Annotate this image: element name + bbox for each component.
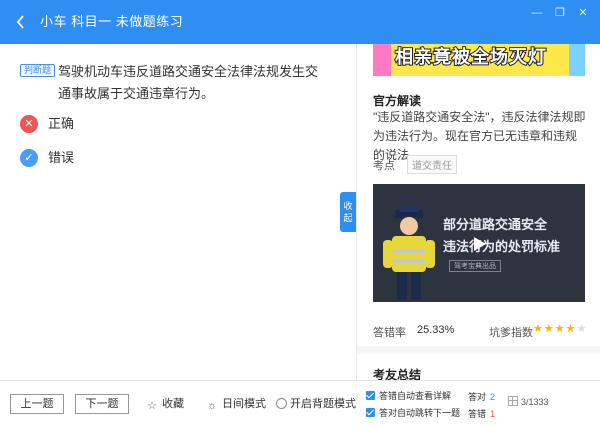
section-divider (357, 346, 600, 354)
question-progress[interactable]: 3/1333 (508, 396, 549, 407)
star-icon: ★ (565, 323, 577, 335)
star-icon: ☆ (147, 400, 157, 412)
grid-icon (508, 396, 518, 406)
question-type-badge: 判断题 (20, 64, 56, 77)
video-player[interactable]: 部分道路交通安全 违法行为的处罚标准 驾考宝典出品 (373, 184, 585, 302)
radio-icon (276, 398, 287, 409)
auto-next-label: 答对自动跳转下一题 (379, 408, 461, 418)
correct-label: 答对 (468, 392, 487, 402)
memorize-mode-toggle[interactable]: 开启背题模式 (276, 397, 356, 411)
difficulty-label: 坑爹指数 (489, 327, 533, 339)
auto-detail-label: 答错自动查看详解 (379, 391, 452, 401)
star-icon: ★ (554, 323, 566, 335)
memorize-mode-label: 开启背题模式 (290, 398, 356, 410)
close-icon: ✕ (20, 115, 38, 133)
star-icon: ★ (543, 323, 555, 335)
check-icon: ✓ (20, 149, 38, 167)
checkbox-checked-icon (366, 391, 375, 400)
auto-detail-checkbox[interactable]: 答错自动查看详解 (366, 390, 451, 402)
option-false[interactable]: ✓ 错误 (20, 148, 220, 168)
correct-number: 2 (490, 392, 496, 402)
next-question-button[interactable]: 下一题 (75, 394, 129, 414)
back-chevron-left-icon[interactable] (14, 13, 28, 31)
error-rate-label: 答错率 (373, 327, 406, 339)
auto-next-checkbox[interactable]: 答对自动跳转下一题 (366, 407, 460, 419)
question-text: 驾驶机动车违反道路交通安全法律法规发生交通事故属于交通违章行为。 (58, 64, 319, 101)
knowledge-point-tag[interactable]: 道交责任 (407, 155, 457, 174)
difficulty-stars: ★★★★★ (533, 322, 587, 335)
knowledge-point-label: 考点 (373, 160, 395, 172)
explanation-text: "违反道路交通安全法"，违反法律法规即为违法行为。现在官方已无违章和违规的说法。 (373, 110, 586, 162)
window-title: 小车 科目一 未做题练习 (40, 14, 184, 29)
wrong-count: 答错 1 (468, 407, 495, 420)
explanation-panel: 相亲竟被全场灭灯 官方解读 "违反道路交通安全法"，违反法律法规即为违法行为。现… (356, 44, 600, 380)
wrong-number: 1 (490, 409, 496, 419)
minimize-icon[interactable]: — (530, 6, 544, 20)
banner-decoration (569, 44, 585, 76)
option-true[interactable]: ✕ 正确 (20, 114, 220, 134)
star-icon: ★ (533, 323, 544, 335)
option-label: 错误 (48, 150, 75, 165)
explanation-title: 官方解读 (373, 94, 422, 108)
title-bar: 小车 科目一 未做题练习 — ❐ ✕ (0, 0, 600, 44)
prev-question-button[interactable]: 上一题 (10, 394, 64, 414)
banner-decoration (373, 44, 391, 76)
progress-text: 3/1333 (521, 397, 549, 407)
day-mode-label: 日间模式 (222, 398, 266, 410)
maximize-icon[interactable]: ❐ (553, 6, 567, 20)
wrong-label: 答错 (468, 409, 487, 419)
user-summary-title: 考友总结 (373, 368, 422, 380)
sun-icon: ☼ (206, 400, 218, 412)
play-icon[interactable] (469, 234, 489, 254)
favorite-button[interactable]: ☆ 收藏 (146, 397, 184, 412)
close-icon[interactable]: ✕ (576, 6, 590, 20)
video-title-line1: 部分道路交通安全 (443, 217, 548, 232)
ad-banner[interactable]: 相亲竟被全场灭灯 (373, 44, 585, 76)
banner-text: 相亲竟被全场灭灯 (394, 46, 547, 68)
option-label: 正确 (48, 116, 75, 131)
question-panel: 判断题 驾驶机动车违反道路交通安全法律法规发生交通事故属于交通违章行为。 ✕ 正… (0, 44, 340, 380)
correct-count: 答对 2 (468, 390, 495, 403)
favorite-label: 收藏 (162, 398, 184, 410)
day-mode-button[interactable]: ☼ 日间模式 (206, 397, 266, 412)
star-icon: ★ (576, 323, 588, 335)
video-title-line2: 违法行为的处罚标准 (443, 239, 561, 254)
collapse-panel-tab[interactable]: 收起 (340, 192, 356, 232)
video-source: 驾考宝典出品 (449, 260, 501, 272)
error-rate-value: 25.33% (417, 324, 455, 336)
police-officer-illustration (383, 206, 435, 300)
checkbox-checked-icon (366, 408, 375, 417)
